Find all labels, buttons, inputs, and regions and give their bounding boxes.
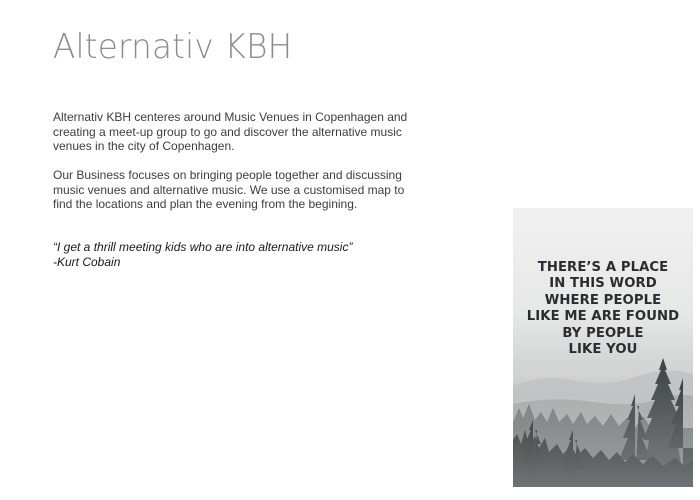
poster-line: IN THIS WORD: [549, 276, 657, 292]
page-title: Alternativ KBH: [53, 27, 293, 67]
intro-paragraph: Alternativ KBH centeres around Music Ven…: [53, 110, 408, 153]
poster-line: LIKE YOU: [568, 342, 638, 358]
poster-image: THERE’S A PLACE IN THIS WORD WHERE PEOPL…: [513, 208, 693, 487]
poster-line: WHERE PEOPLE: [544, 292, 662, 308]
quote-block: “I get a thrill meeting kids who are int…: [53, 240, 433, 269]
poster-line: LIKE ME ARE FOUND: [526, 309, 680, 325]
quote-author: -Kurt Cobain: [53, 254, 121, 269]
poster-line: THERE’S A PLACE: [537, 260, 669, 275]
poster-line: BY PEOPLE: [562, 325, 644, 341]
quote-text: “I get a thrill meeting kids who are int…: [53, 240, 353, 254]
poster-caption: THERE’S A PLACE IN THIS WORD WHERE PEOPL…: [513, 260, 693, 358]
business-paragraph: Our Business focuses on bringing people …: [53, 168, 405, 211]
